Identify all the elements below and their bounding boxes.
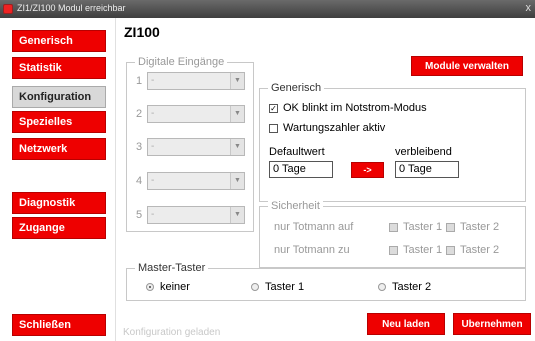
- maintenance-label: Wartungszahler aktiv: [283, 122, 386, 134]
- sidebar-item-zugange[interactable]: Zugange: [12, 217, 106, 239]
- chevron-down-icon: ▼: [230, 106, 244, 122]
- status-text: Konfiguration geladen: [123, 327, 221, 338]
- security-legend: Sicherheit: [268, 200, 323, 212]
- master-radio-none[interactable]: keiner: [146, 281, 190, 293]
- app-icon: [3, 4, 13, 14]
- input-number: 3: [136, 141, 143, 153]
- default-value-field[interactable]: 0 Tage: [269, 161, 333, 178]
- select-value: -: [151, 108, 155, 119]
- window-title: ZI1/ZI100 Modul erreichbar: [17, 3, 126, 13]
- select-value: -: [151, 75, 155, 86]
- checkbox-unchecked-icon: [269, 123, 278, 133]
- radio-label: Taster 1: [265, 281, 305, 293]
- digital-input-select-3[interactable]: - ▼: [147, 138, 245, 156]
- radio-icon: [378, 283, 386, 291]
- copy-default-button[interactable]: ->: [351, 162, 384, 178]
- totmann-open-label: nur Totmann auf: [274, 221, 354, 233]
- checkbox-icon: [446, 245, 455, 255]
- taster-label: Taster 2: [460, 221, 500, 233]
- digital-input-select-4[interactable]: - ▼: [147, 172, 245, 190]
- input-number: 2: [136, 108, 143, 120]
- manage-modules-button[interactable]: Module verwalten: [411, 56, 523, 76]
- chevron-down-icon: ▼: [230, 139, 244, 155]
- generic-group: Generisch ✓ OK blinkt im Notstrom-Modus …: [259, 82, 526, 202]
- taster-label: Taster 2: [460, 244, 500, 256]
- sidebar-item-generisch[interactable]: Generisch: [12, 30, 106, 52]
- digital-input-select-2[interactable]: - ▼: [147, 105, 245, 123]
- chevron-down-icon: ▼: [230, 173, 244, 189]
- sidebar: Generisch Statistik Konfiguration Spezie…: [0, 18, 115, 341]
- checkbox-icon: [389, 222, 398, 232]
- sidebar-item-spezielles[interactable]: Spezielles: [12, 111, 106, 133]
- select-value: -: [151, 141, 155, 152]
- radio-selected-icon: [146, 283, 154, 291]
- input-number: 5: [136, 209, 143, 221]
- totmann-open-taster1-checkbox[interactable]: Taster 1: [389, 221, 442, 233]
- totmann-close-taster1-checkbox[interactable]: Taster 1: [389, 244, 442, 256]
- chevron-down-icon: ▼: [230, 207, 244, 223]
- digital-inputs-legend: Digitale Eingänge: [135, 56, 228, 68]
- generic-legend: Generisch: [268, 82, 325, 94]
- checkbox-checked-icon: ✓: [269, 103, 278, 113]
- ok-blink-label: OK blinkt im Notstrom-Modus: [283, 102, 427, 114]
- taster-label: Taster 1: [403, 221, 443, 233]
- totmann-close-label: nur Totmann zu: [274, 244, 350, 256]
- totmann-open-taster2-checkbox[interactable]: Taster 2: [446, 221, 499, 233]
- apply-button[interactable]: Ubernehmen: [453, 313, 531, 335]
- sidebar-item-konfiguration[interactable]: Konfiguration: [12, 86, 106, 108]
- window-titlebar: ZI1/ZI100 Modul erreichbar x: [0, 0, 535, 18]
- radio-icon: [251, 283, 259, 291]
- radio-label: keiner: [160, 281, 190, 293]
- taster-label: Taster 1: [403, 244, 443, 256]
- checkbox-icon: [389, 245, 398, 255]
- close-button[interactable]: Schließen: [12, 314, 106, 336]
- chevron-down-icon: ▼: [230, 73, 244, 89]
- digital-inputs-group: Digitale Eingänge 1 - ▼ 2 - ▼ 3 - ▼ 4 - …: [126, 56, 254, 232]
- ok-blink-checkbox[interactable]: ✓ OK blinkt im Notstrom-Modus: [269, 102, 427, 114]
- maintenance-checkbox[interactable]: Wartungszahler aktiv: [269, 122, 385, 134]
- sidebar-item-diagnostik[interactable]: Diagnostik: [12, 192, 106, 214]
- remaining-label: verbleibend: [395, 146, 452, 158]
- input-number: 1: [136, 75, 143, 87]
- master-legend: Master-Taster: [135, 262, 209, 274]
- main-panel: ZI100 Digitale Eingänge 1 - ▼ 2 - ▼ 3 - …: [115, 18, 535, 341]
- sidebar-item-statistik[interactable]: Statistik: [12, 57, 106, 79]
- select-value: -: [151, 175, 155, 186]
- default-value-label: Defaultwert: [269, 146, 325, 158]
- master-radio-taster1[interactable]: Taster 1: [251, 281, 304, 293]
- remaining-field[interactable]: 0 Tage: [395, 161, 459, 178]
- close-icon[interactable]: x: [526, 2, 532, 14]
- security-group: Sicherheit nur Totmann auf Taster 1 Tast…: [259, 200, 526, 268]
- input-number: 4: [136, 175, 143, 187]
- master-button-group: Master-Taster keiner Taster 1 Taster 2: [126, 262, 526, 301]
- digital-input-select-5[interactable]: - ▼: [147, 206, 245, 224]
- digital-input-select-1[interactable]: - ▼: [147, 72, 245, 90]
- checkbox-icon: [446, 222, 455, 232]
- radio-label: Taster 2: [392, 281, 432, 293]
- totmann-close-taster2-checkbox[interactable]: Taster 2: [446, 244, 499, 256]
- master-radio-taster2[interactable]: Taster 2: [378, 281, 431, 293]
- reload-button[interactable]: Neu laden: [367, 313, 445, 335]
- sidebar-item-netzwerk[interactable]: Netzwerk: [12, 138, 106, 160]
- select-value: -: [151, 209, 155, 220]
- page-title: ZI100: [124, 24, 160, 40]
